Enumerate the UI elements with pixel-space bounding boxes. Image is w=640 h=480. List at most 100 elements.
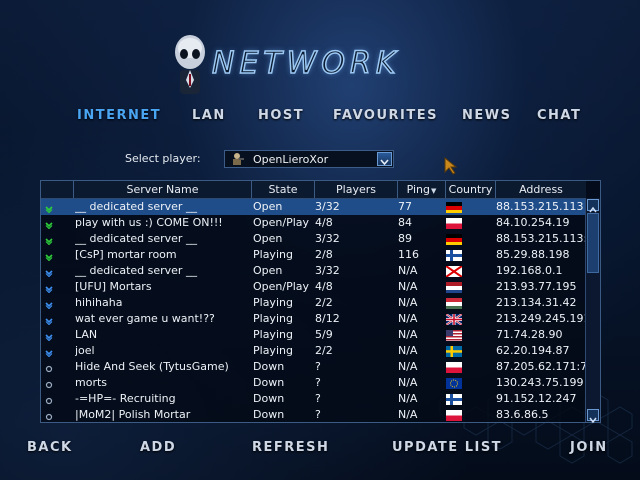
table-row[interactable]: morts Down? N/A 130.243.75.199 — [41, 375, 586, 391]
table-row[interactable]: play with us :) COME ON!!! Open/Play 4/8 84… — [41, 215, 586, 231]
tab-bar: INTERNET LAN HOST FAVOURITES NEWS CHAT — [0, 108, 640, 130]
mascot-logo — [175, 35, 205, 94]
players-cell: 5/9 — [315, 328, 333, 341]
ping-cell: N/A — [398, 312, 418, 325]
server-rows: __ dedicated server __ Open 3/32 77 88.153.2… — [41, 199, 586, 423]
server-name-cell: play with us :) COME ON!!! — [75, 216, 223, 229]
table-row[interactable]: -=HP=- Recruiting Down? N/A 91.152.12.247 — [41, 391, 586, 407]
table-row[interactable]: [CsP] mortar room Playing 2/8 116 85.29.88.1… — [41, 247, 586, 263]
server-online-icon — [45, 315, 53, 326]
address-cell: 62.20.194.87 — [496, 344, 570, 357]
column-header-address[interactable]: Address — [495, 181, 586, 198]
table-row[interactable]: joel Playing 2/2 N/A 62.20.194.87 — [41, 343, 586, 359]
server-name-cell: __ dedicated server __ — [75, 200, 197, 213]
state-cell: Down — [253, 360, 285, 373]
country-flag-icon — [446, 330, 462, 341]
country-flag-icon — [446, 234, 462, 245]
server-online-icon — [45, 219, 53, 230]
table-row[interactable]: __ dedicated server __ Open 3/32 77 88.153.2… — [41, 199, 586, 215]
tab-lan[interactable]: LAN — [192, 108, 226, 123]
server-name-cell: Hide And Seek (TytusGame) — [75, 360, 229, 373]
update-list-button[interactable]: UPDATE LIST — [392, 440, 502, 455]
selected-player-name: OpenLieroXor — [253, 153, 329, 166]
table-row[interactable]: __ dedicated server __ Open 3/32 N/A 192.168… — [41, 263, 586, 279]
server-name-cell: wat ever game u want!?? — [75, 312, 215, 325]
ping-cell: N/A — [398, 328, 418, 341]
table-row[interactable]: __ dedicated server __ Open 3/32 89 88.153.2… — [41, 231, 586, 247]
players-cell: 4/8 — [315, 280, 333, 293]
address-cell: 213.249.245.191 — [496, 312, 586, 325]
state-cell: Open/Play — [253, 216, 310, 229]
server-name-cell: __ dedicated server __ — [75, 232, 197, 245]
address-cell: 83.6.86.5 — [496, 408, 549, 421]
table-row[interactable]: wat ever game u want!?? Playing 8/12 N/A 213… — [41, 311, 586, 327]
scrollbar-thumb[interactable] — [587, 213, 599, 273]
tab-chat[interactable]: CHAT — [537, 108, 581, 123]
server-online-icon — [45, 267, 53, 278]
players-cell: 8/12 — [315, 312, 340, 325]
address-cell: 87.205.62.171:71 — [496, 360, 586, 373]
join-button[interactable]: JOIN — [570, 440, 608, 455]
column-header-ping[interactable]: Ping▼ — [397, 181, 445, 198]
table-row[interactable]: LAN Playing 5/9 N/A 71.74.28.90 — [41, 327, 586, 343]
table-row[interactable]: Hide And Seek (TytusGame) Down? N/A 87.205.… — [41, 359, 586, 375]
chevron-down-icon[interactable] — [377, 152, 392, 166]
tab-news[interactable]: NEWS — [462, 108, 511, 123]
server-online-icon — [45, 283, 53, 294]
address-cell: 91.152.12.247 — [496, 392, 577, 405]
tab-favourites[interactable]: FAVOURITES — [333, 108, 438, 123]
players-cell: 2/2 — [315, 296, 333, 309]
players-cell: 2/2 — [315, 344, 333, 357]
add-button[interactable]: ADD — [140, 440, 176, 455]
state-cell: Down — [253, 408, 285, 421]
ping-cell: 84 — [398, 216, 412, 229]
scroll-down-button[interactable] — [587, 409, 599, 424]
table-row[interactable]: [UFU] Mortars Open/Play 4/8 N/A 213.93.77.19… — [41, 279, 586, 295]
back-button[interactable]: BACK — [27, 440, 73, 455]
state-cell: Down — [253, 376, 285, 389]
address-cell: 88.153.215.113:5 — [496, 232, 586, 245]
server-online-icon — [45, 235, 53, 246]
players-cell: 2/8 — [315, 248, 333, 261]
column-header-server-name[interactable]: Server Name — [73, 181, 251, 198]
ping-cell: N/A — [398, 264, 418, 277]
ping-cell: N/A — [398, 296, 418, 309]
country-flag-icon — [445, 313, 463, 326]
server-down-icon — [45, 395, 53, 405]
ping-cell: N/A — [398, 280, 418, 293]
ping-cell: N/A — [398, 344, 418, 357]
refresh-button[interactable]: REFRESH — [252, 440, 329, 455]
player-select-dropdown[interactable]: OpenLieroXor — [224, 150, 394, 168]
ping-cell: 116 — [398, 248, 419, 261]
country-flag-icon — [446, 202, 462, 213]
players-cell: ? — [315, 360, 321, 373]
column-header-state[interactable]: State — [251, 181, 314, 198]
table-row[interactable]: |MoM2| Polish Mortar Down? N/A 83.6.86.5 — [41, 407, 586, 423]
scroll-up-button[interactable] — [587, 199, 599, 213]
column-header-status[interactable] — [41, 181, 73, 198]
server-online-icon — [45, 299, 53, 310]
column-header-players[interactable]: Players — [314, 181, 397, 198]
tab-host[interactable]: HOST — [258, 108, 304, 123]
server-list-table: Server Name State Players Ping▼ Country … — [40, 180, 601, 424]
server-down-icon — [45, 379, 53, 389]
players-cell: 3/32 — [315, 264, 340, 277]
server-down-icon — [45, 363, 53, 373]
mouse-cursor-icon — [444, 157, 458, 175]
server-name-cell: [CsP] mortar room — [75, 248, 177, 261]
players-cell: 3/32 — [315, 200, 340, 213]
column-header-ping-label: Ping — [406, 183, 430, 196]
tab-internet[interactable]: INTERNET — [77, 108, 161, 123]
server-online-icon — [45, 331, 53, 342]
address-cell: 130.243.75.199 — [496, 376, 584, 389]
server-name-cell: joel — [75, 344, 95, 357]
column-header-country[interactable]: Country — [445, 181, 495, 198]
table-scrollbar[interactable] — [585, 198, 600, 424]
country-flag-icon — [445, 265, 463, 278]
network-logo-title: NETWORK — [211, 45, 401, 82]
address-cell: 213.134.31.42 — [496, 296, 577, 309]
address-cell: 71.74.28.90 — [496, 328, 563, 341]
table-row[interactable]: hihihaha Playing 2/2 N/A 213.134.31.42 — [41, 295, 586, 311]
select-player-label: Select player: — [125, 152, 201, 165]
ping-cell: 89 — [398, 232, 412, 245]
